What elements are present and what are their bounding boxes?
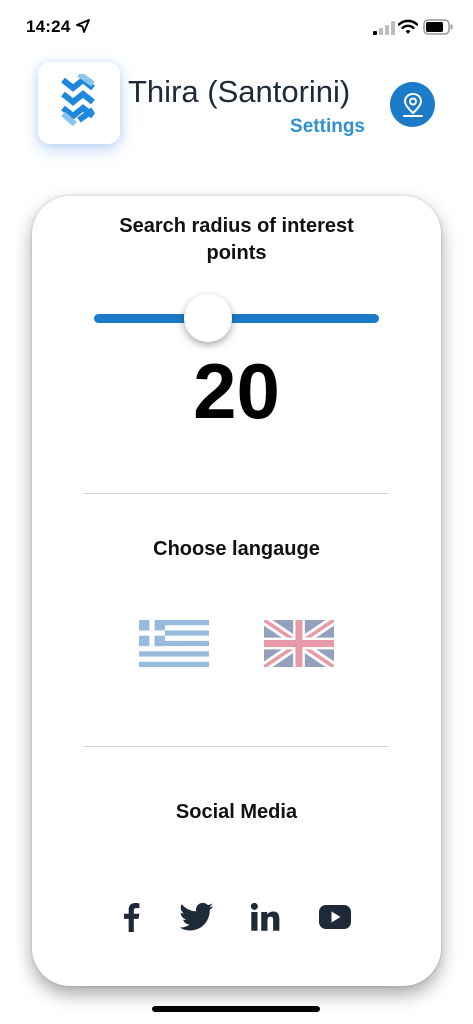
zigzag-logo-icon [61, 74, 95, 127]
radius-slider-track[interactable] [94, 314, 379, 323]
radius-value: 20 [193, 347, 280, 435]
linkedin-icon[interactable] [250, 902, 280, 932]
status-time: 14:24 [26, 17, 71, 36]
language-title: Choose langauge [153, 538, 320, 560]
page-title: Thira (Santorini) [128, 74, 351, 109]
divider [83, 493, 389, 494]
signal-icon [373, 21, 395, 35]
greek-flag-icon[interactable] [139, 620, 209, 667]
battery-icon [423, 19, 453, 35]
divider [83, 746, 389, 747]
wifi-icon [398, 19, 418, 34]
status-bar: 14:24 [0, 0, 473, 56]
page-subtitle: Settings [290, 116, 365, 137]
home-indicator [152, 1006, 320, 1012]
search-radius-title: Search radius of interest points [119, 215, 354, 264]
map-pin-icon [402, 92, 423, 117]
twitter-icon[interactable] [180, 902, 214, 932]
social-media-title: Social Media [175, 801, 298, 823]
settings-card: Search radius of interest points 20 Choo… [32, 196, 441, 986]
youtube-icon[interactable] [319, 902, 351, 932]
uk-flag-icon[interactable] [264, 620, 334, 667]
location-arrow-icon [76, 19, 90, 33]
location-button[interactable] [390, 82, 435, 127]
app-logo [38, 62, 120, 144]
facebook-icon[interactable] [120, 902, 142, 932]
radius-slider-thumb[interactable] [184, 294, 232, 342]
